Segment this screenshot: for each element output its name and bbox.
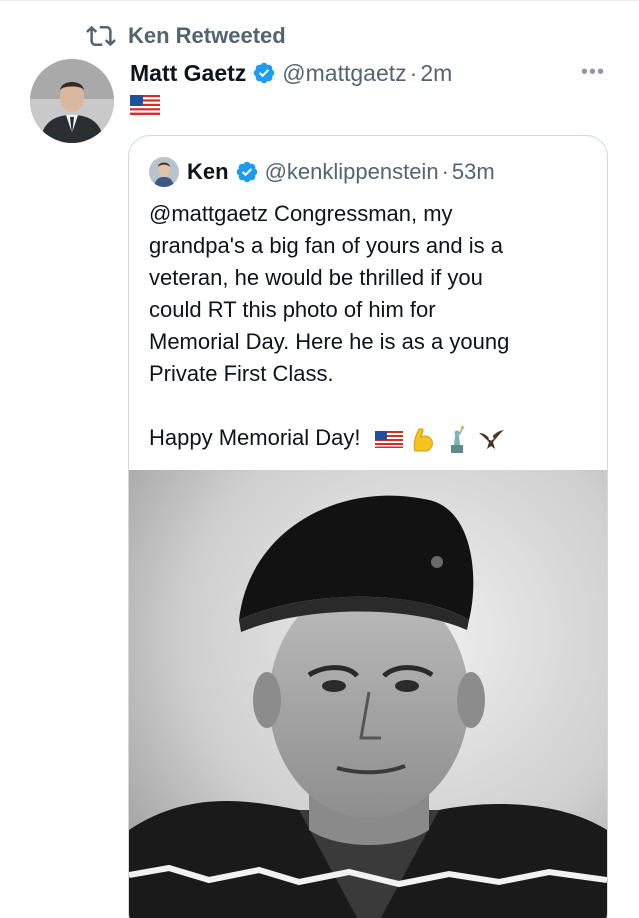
author-name[interactable]: Matt Gaetz xyxy=(130,60,246,87)
retweet-label[interactable]: Ken Retweeted xyxy=(128,23,286,49)
separator-dot: · xyxy=(441,159,449,184)
us-flag-emoji xyxy=(130,95,160,115)
text-line: veteran, he would be thrilled if you xyxy=(149,265,483,290)
text-line: Memorial Day. Here he is as a young xyxy=(149,329,510,354)
retweet-context: Ken Retweeted xyxy=(86,21,286,51)
text-line: Private First Class. xyxy=(149,361,334,386)
more-options-icon[interactable]: ••• xyxy=(581,61,605,84)
us-flag-emoji xyxy=(374,431,403,449)
text-line: grandpa's a big fan of yours and is a xyxy=(149,233,503,258)
quoted-avatar[interactable] xyxy=(149,157,179,187)
quoted-tweet-photo[interactable] xyxy=(129,470,607,918)
quoted-timestamp[interactable]: 53m xyxy=(452,159,495,185)
verified-badge-icon xyxy=(235,160,259,184)
author-handle[interactable]: @mattgaetz xyxy=(282,60,406,87)
emoji-group xyxy=(374,425,505,454)
verified-badge-icon xyxy=(252,61,276,85)
tweet-header: Matt Gaetz @mattgaetz · 2m xyxy=(130,57,452,89)
separator-dot: · xyxy=(409,59,418,86)
closing-text: Happy Memorial Day! xyxy=(149,425,361,450)
flexed-biceps-emoji xyxy=(413,428,433,452)
quoted-tweet-card[interactable]: Ken @kenklippenstein · 53m @mattgaetz Co… xyxy=(128,135,608,918)
avatar[interactable] xyxy=(30,59,114,143)
quoted-author-handle[interactable]: @kenklippenstein xyxy=(265,159,439,185)
tweet[interactable]: Ken Retweeted Matt Gaetz @mattgaetz · 2m… xyxy=(0,0,639,918)
retweet-icon xyxy=(86,25,116,47)
quoted-tweet-header: Ken @kenklippenstein · 53m xyxy=(149,156,495,188)
statue-of-liberty-emoji xyxy=(450,426,464,454)
eagle-emoji xyxy=(478,430,504,450)
timestamp[interactable]: 2m xyxy=(420,60,452,87)
closing-line: Happy Memorial Day! xyxy=(149,422,589,454)
text-line: could RT this photo of him for xyxy=(149,297,436,322)
text-line[interactable]: @mattgaetz Congressman, my xyxy=(149,198,589,230)
quoted-author-name[interactable]: Ken xyxy=(187,159,229,185)
quoted-tweet-text: @mattgaetz Congressman, my grandpa's a b… xyxy=(149,198,589,454)
